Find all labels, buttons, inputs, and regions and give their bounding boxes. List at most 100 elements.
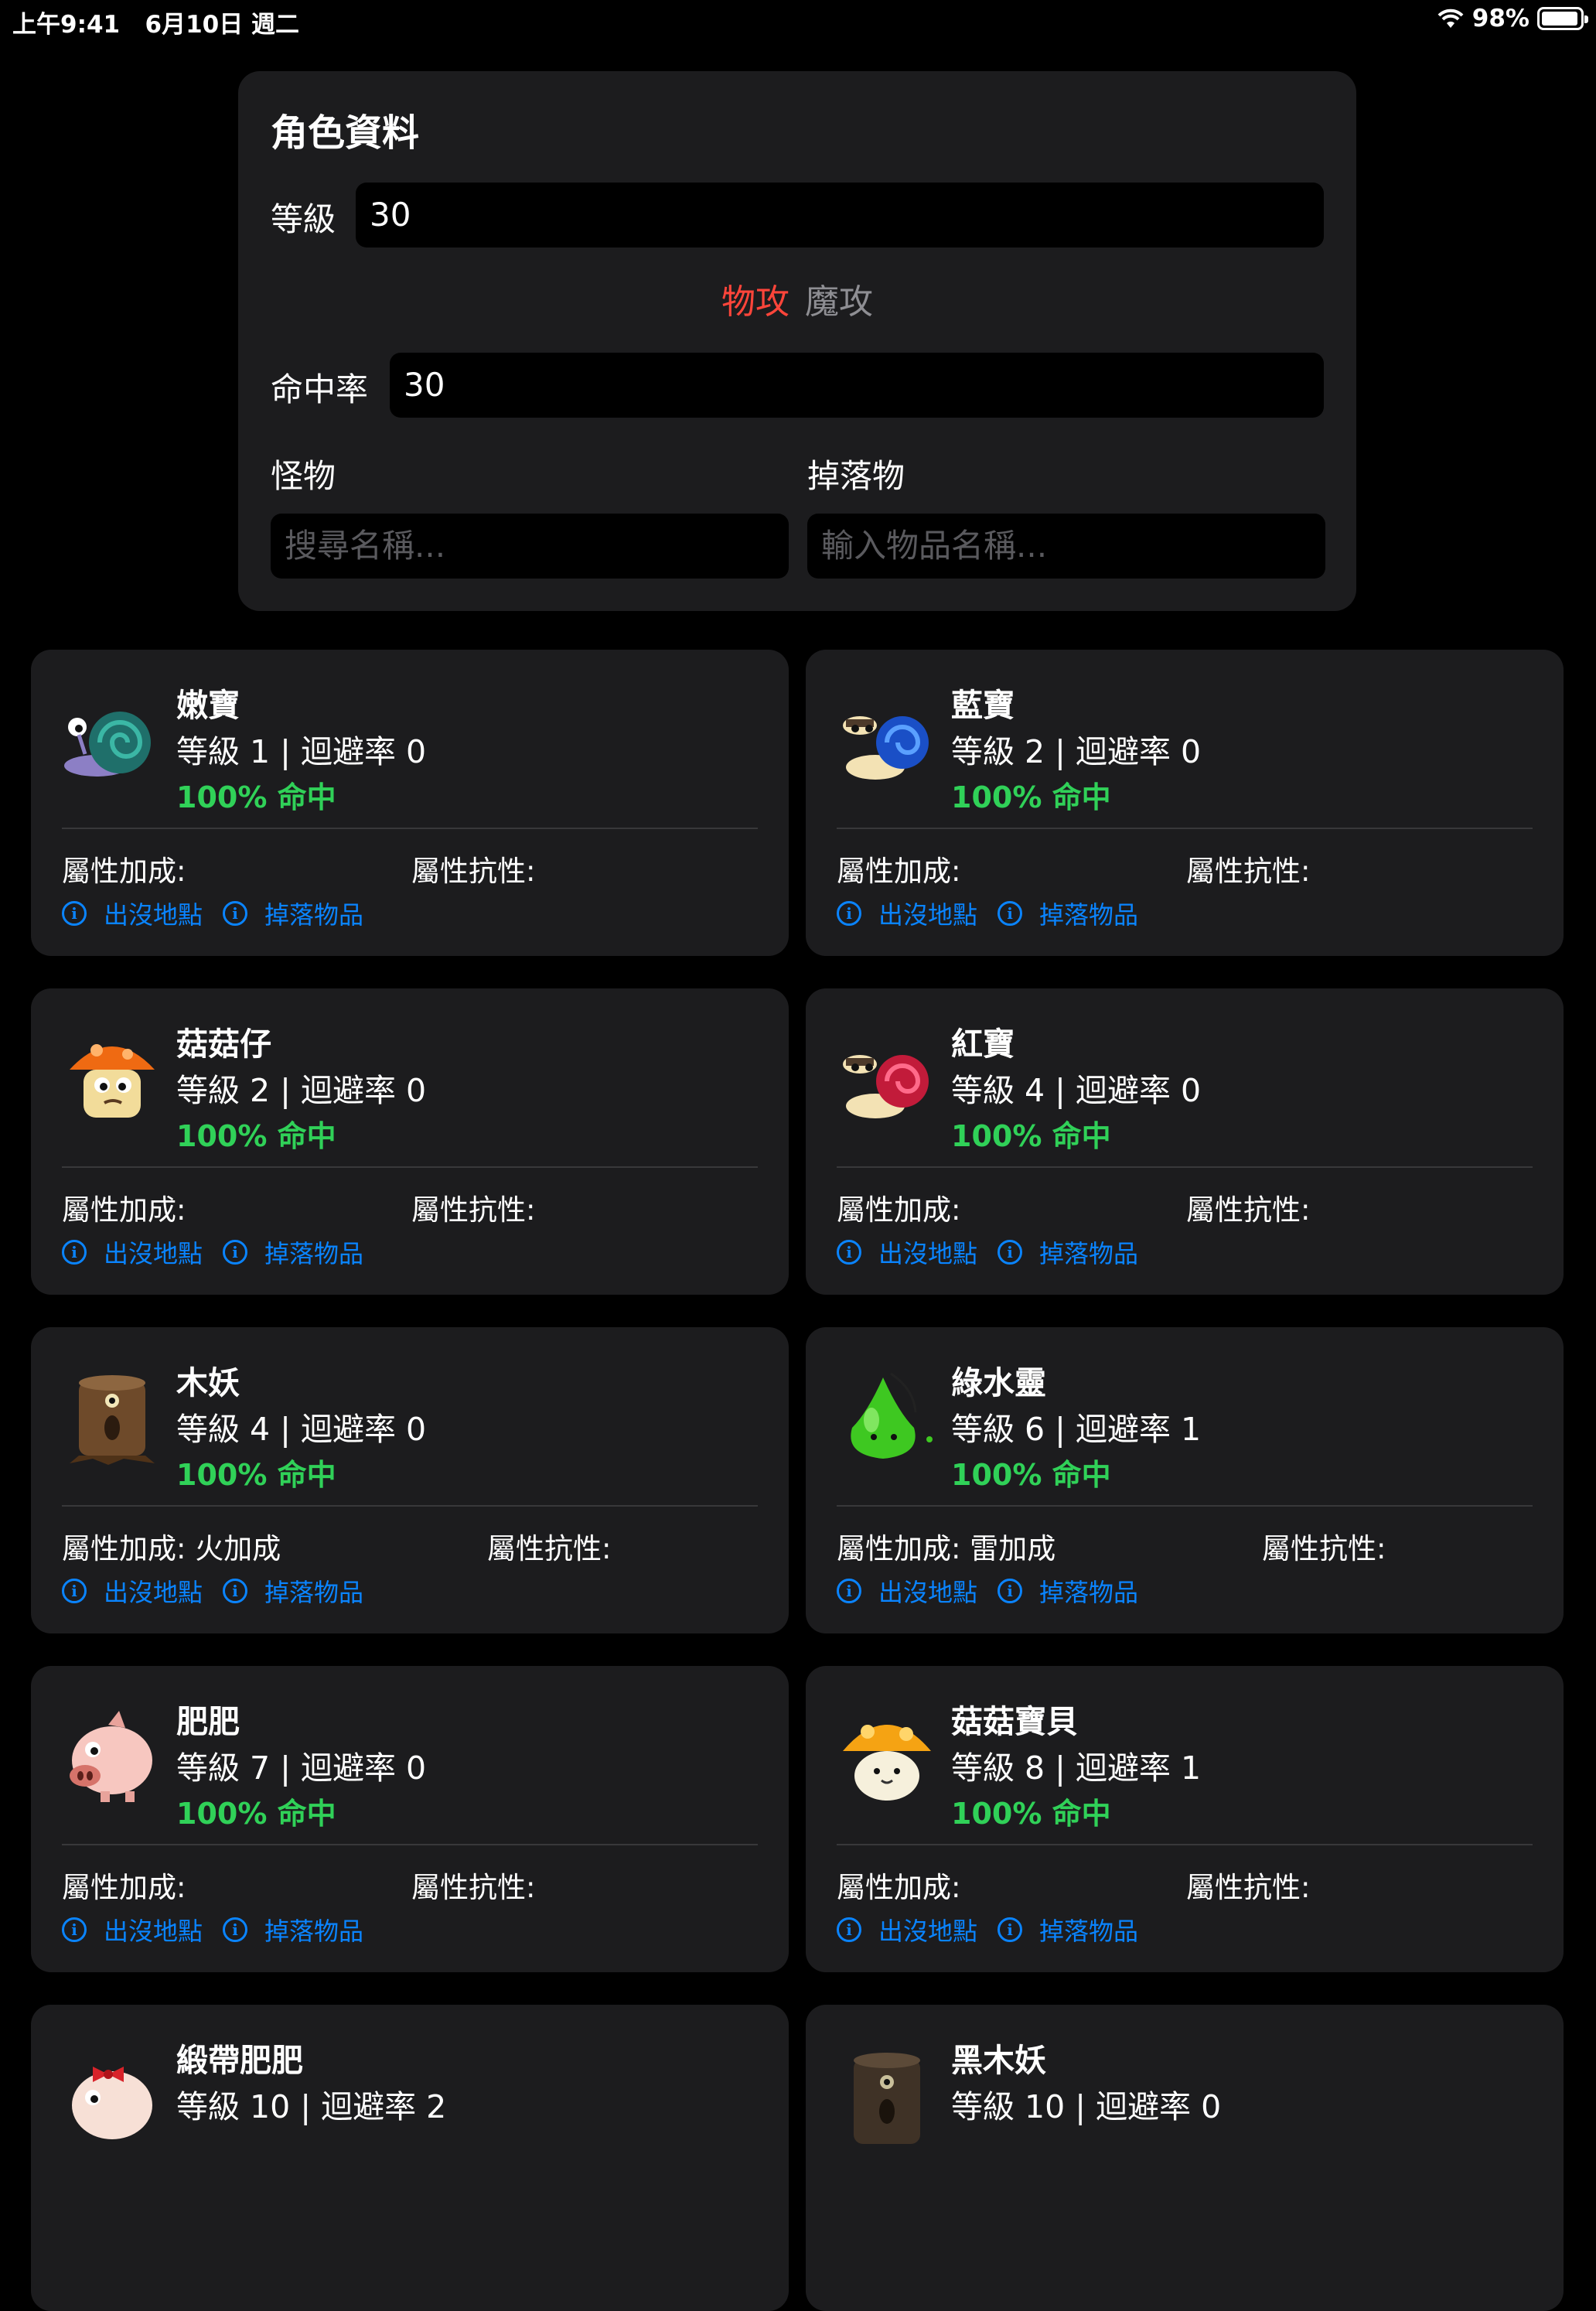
monster-level-evasion: 等級 10 | 迴避率 2 <box>176 2088 447 2125</box>
monster-card[interactable]: 藍寶 等級 2 | 迴避率 0 100% 命中 屬性加成: 屬性抗性: i 出沒地點 i 掉落物… <box>806 650 1564 956</box>
monster-card[interactable]: 紅寶 等級 4 | 迴避率 0 100% 命中 屬性加成: 屬性抗性: i 出沒地點 i 掉落物… <box>806 988 1564 1295</box>
monster-hit-rate: 100% 命中 <box>951 1119 1111 1153</box>
physical-attack-option[interactable]: 物攻 <box>721 282 789 322</box>
info-icon: i <box>62 901 87 926</box>
monster-name: 紅寶 <box>951 1026 1015 1063</box>
card-links: i 出沒地點 i 掉落物品 <box>62 1912 384 1947</box>
monster-name: 肥肥 <box>176 1703 240 1740</box>
card-divider <box>62 1505 758 1507</box>
info-icon: i <box>62 1579 87 1603</box>
monster-card[interactable]: 肥肥等級 7 | 迴避率 0 100% 命中屬性加成: 屬性抗性: i 出沒地點 i 掉落物… <box>31 1666 789 1972</box>
card-divider <box>837 1166 1533 1168</box>
monster-sprite-icon <box>837 688 937 789</box>
monster-sprite-icon <box>70 1711 152 1802</box>
drop-items-link[interactable]: i 掉落物品 <box>998 1234 1138 1270</box>
monster-name: 嫩寶 <box>176 687 240 724</box>
drop-items-link[interactable]: i 掉落物品 <box>998 1912 1138 1947</box>
attribute-bonus: 屬性加成: <box>62 855 186 888</box>
info-icon: i <box>837 1240 861 1265</box>
magic-attack-option[interactable]: 魔攻 <box>805 282 873 322</box>
info-icon: i <box>998 901 1023 926</box>
level-label: 等級 <box>271 200 336 238</box>
monster-hit-rate: 100% 命中 <box>951 780 1111 814</box>
drop-items-link[interactable]: i 掉落物品 <box>223 1234 363 1270</box>
attribute-resist: 屬性抗性: <box>1186 1193 1311 1227</box>
monster-level-evasion: 等級 6 | 迴避率 1 <box>951 1411 1202 1448</box>
card-divider <box>837 828 1533 829</box>
drop-search-input[interactable]: 輸入物品名稱... <box>807 514 1325 579</box>
battery-icon <box>1537 7 1588 30</box>
monster-card[interactable]: 嫩寶 等級 1 | 迴避率 0 100% 命中 屬性加成: 屬性抗性: i 出沒地點 i 掉落物… <box>31 650 789 956</box>
spawn-location-link[interactable]: i 出沒地點 <box>837 896 977 931</box>
attribute-resist: 屬性抗性: <box>1262 1532 1386 1565</box>
info-icon: i <box>62 1917 87 1942</box>
drop-items-link[interactable]: i 掉落物品 <box>998 1573 1138 1609</box>
monster-sprite-icon <box>837 1027 937 1128</box>
monster-hit-rate: 100% 命中 <box>176 1119 336 1153</box>
monster-card[interactable]: 菇菇寶貝等級 8 | 迴避率 1 100% 命中屬性加成: 屬性抗性: i 出沒地點 i 掉… <box>806 1666 1564 1972</box>
attribute-bonus: 屬性加成: <box>837 1193 961 1227</box>
attribute-bonus: 屬性加成: <box>837 1871 961 1904</box>
level-field[interactable]: 30 <box>356 183 1324 247</box>
attribute-resist: 屬性抗性: <box>411 1871 536 1904</box>
drop-items-link[interactable]: i 掉落物品 <box>998 896 1138 931</box>
spawn-location-link[interactable]: i 出沒地點 <box>837 1912 977 1947</box>
info-icon: i <box>998 1579 1023 1603</box>
spawn-location-link[interactable]: i 出沒地點 <box>62 896 203 931</box>
card-links: i 出沒地點 i 掉落物品 <box>837 896 1158 931</box>
monster-name: 綠水靈 <box>951 1364 1046 1401</box>
attribute-resist: 屬性抗性: <box>1186 1871 1311 1904</box>
monster-name: 菇菇寶貝 <box>951 1703 1078 1740</box>
card-links: i 出沒地點 i 掉落物品 <box>62 1573 384 1609</box>
card-divider <box>62 1166 758 1168</box>
monster-sprite-icon <box>841 1723 933 1802</box>
monster-card[interactable]: 緞帶肥肥等級 10 | 迴避率 2i出沒地點i掉落物品 <box>31 2005 789 2311</box>
card-links: i 出沒地點 i 掉落物品 <box>837 1234 1158 1270</box>
card-divider <box>62 828 758 829</box>
monster-name: 菇菇仔 <box>176 1026 271 1063</box>
monster-hit-rate: 100% 命中 <box>176 780 336 814</box>
monster-level-evasion: 等級 7 | 迴避率 0 <box>176 1749 427 1787</box>
card-links: i 出沒地點 i 掉落物品 <box>62 896 384 931</box>
monster-search-input[interactable]: 搜尋名稱... <box>271 514 789 579</box>
card-divider <box>837 1844 1533 1845</box>
monster-sprite-icon <box>854 2053 920 2144</box>
drop-items-link[interactable]: i 掉落物品 <box>223 1573 363 1609</box>
spawn-location-link[interactable]: i 出沒地點 <box>837 1234 977 1270</box>
drop-label: 掉落物 <box>807 457 905 495</box>
monster-level-evasion: 等級 8 | 迴避率 1 <box>951 1749 1202 1787</box>
monster-card[interactable]: 綠水靈 等級 6 | 迴避率 1 100% 命中 屬性加成: 雷加成 屬性抗性: i 出沒地… <box>806 1327 1564 1633</box>
wifi-icon <box>1437 9 1464 28</box>
info-icon: i <box>223 901 248 926</box>
monster-label: 怪物 <box>271 457 336 495</box>
monster-card[interactable]: 菇菇仔 等級 2 | 迴避率 0 100% 命中 屬性加成: 屬性抗性: i 出沒地點 i 掉落… <box>31 988 789 1295</box>
spawn-location-link[interactable]: i 出沒地點 <box>62 1573 203 1609</box>
spawn-location-link[interactable]: i 出沒地點 <box>62 1912 203 1947</box>
info-icon: i <box>223 1240 248 1265</box>
monster-sprite-icon <box>62 688 162 789</box>
attribute-resist: 屬性抗性: <box>1186 855 1311 888</box>
profile-panel: 角色資料 等級 30 物攻 魔攻 命中率 30 怪物 掉落物 搜尋名稱... 輸入… <box>238 71 1356 611</box>
card-links: i 出沒地點 i 掉落物品 <box>62 1234 384 1270</box>
monster-hit-rate: 100% 命中 <box>951 1797 1111 1831</box>
monster-card[interactable]: 木妖 等級 4 | 迴避率 0 100% 命中 屬性加成: 火加成 屬性抗性: i 出沒地點… <box>31 1327 789 1633</box>
spawn-location-link[interactable]: i 出沒地點 <box>62 1234 203 1270</box>
monster-hit-rate: 100% 命中 <box>176 1797 336 1831</box>
monster-sprite-icon <box>70 1375 155 1465</box>
attribute-bonus: 屬性加成: <box>62 1871 186 1904</box>
accuracy-label: 命中率 <box>271 370 369 408</box>
monster-card[interactable]: 黑木妖等級 10 | 迴避率 0i出沒地點i掉落物品 <box>806 2005 1564 2311</box>
attribute-bonus: 屬性加成: 火加成 <box>62 1532 281 1565</box>
drop-items-link[interactable]: i 掉落物品 <box>223 896 363 931</box>
accuracy-field[interactable]: 30 <box>390 353 1324 418</box>
attribute-resist: 屬性抗性: <box>411 1193 536 1227</box>
monster-hit-rate: 100% 命中 <box>176 1458 336 1492</box>
info-icon: i <box>998 1240 1023 1265</box>
drop-items-link[interactable]: i 掉落物品 <box>223 1912 363 1947</box>
spawn-location-link[interactable]: i 出沒地點 <box>837 1573 977 1609</box>
card-divider <box>837 1505 1533 1507</box>
monster-level-evasion: 等級 4 | 迴避率 0 <box>176 1411 427 1448</box>
monster-level-evasion: 等級 1 | 迴避率 0 <box>176 733 427 770</box>
monster-name: 黑木妖 <box>951 2042 1046 2079</box>
monster-level-evasion: 等級 2 | 迴避率 0 <box>951 733 1202 770</box>
